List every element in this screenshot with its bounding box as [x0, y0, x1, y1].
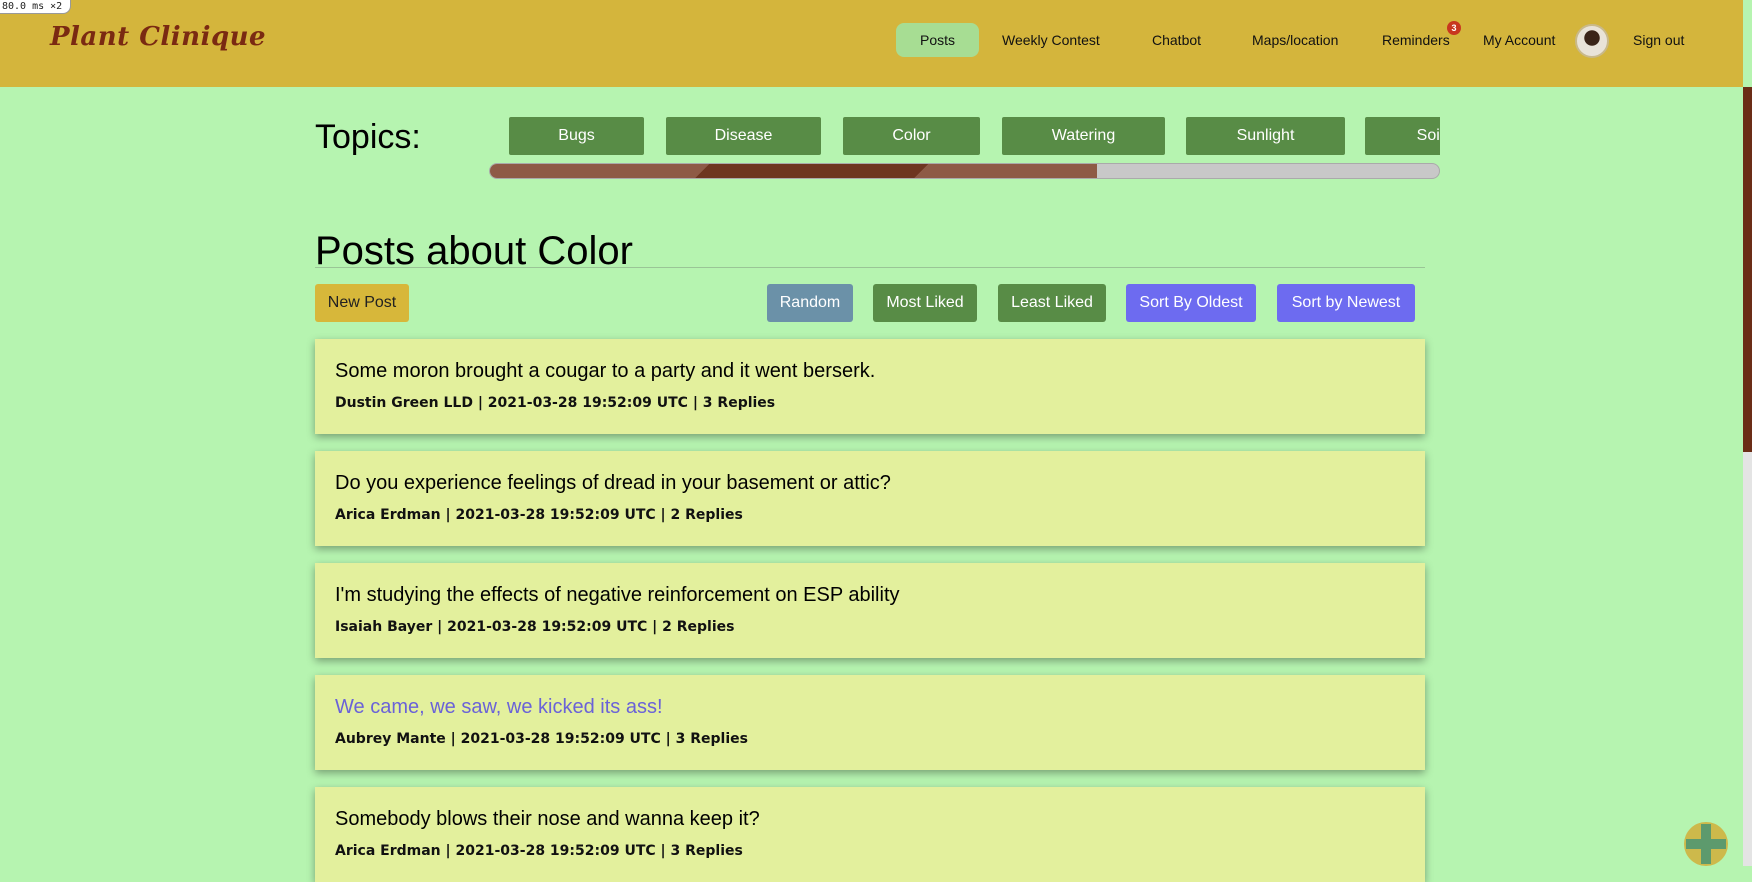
nav-weekly-contest[interactable]: Weekly Contest: [994, 23, 1108, 57]
topic-bugs[interactable]: Bugs: [509, 117, 644, 155]
least-liked-button[interactable]: Least Liked: [998, 284, 1106, 322]
post-title[interactable]: I'm studying the effects of negative rei…: [335, 584, 900, 607]
new-post-button[interactable]: New Post: [315, 284, 409, 322]
brand-logo[interactable]: Plant Clinique: [50, 22, 266, 52]
topic-watering[interactable]: Watering: [1002, 117, 1165, 155]
nav-sign-out[interactable]: Sign out: [1625, 23, 1692, 57]
topics-label: Topics:: [315, 118, 421, 156]
post-card[interactable]: I'm studying the effects of negative rei…: [315, 563, 1425, 658]
post-title[interactable]: Somebody blows their nose and wanna keep…: [335, 808, 760, 831]
post-meta: Isaiah Bayer | 2021-03-28 19:52:09 UTC |…: [335, 619, 735, 635]
nav-posts[interactable]: Posts: [896, 23, 980, 57]
topics-scrollbar[interactable]: [489, 163, 1440, 179]
nav-chatbot[interactable]: Chatbot: [1144, 23, 1209, 57]
divider: [315, 267, 1425, 268]
topic-color[interactable]: Color: [843, 117, 980, 155]
topics-scroller[interactable]: Bugs Disease Color Watering Sunlight Soi…: [489, 110, 1440, 160]
post-title[interactable]: Do you experience feelings of dread in y…: [335, 472, 891, 495]
nav-my-account[interactable]: My Account: [1475, 23, 1563, 57]
scrollbar-track-upper: [1743, 87, 1752, 452]
post-meta: Aubrey Mante | 2021-03-28 19:52:09 UTC |…: [335, 731, 748, 747]
top-navbar: Plant Clinique Posts Weekly Contest Chat…: [0, 0, 1743, 87]
sort-oldest-button[interactable]: Sort By Oldest: [1126, 284, 1256, 322]
topic-soil[interactable]: Soil: [1365, 117, 1440, 155]
avatar[interactable]: [1575, 24, 1609, 58]
timing-badge: 80.0 ms ×2: [0, 0, 72, 14]
reminders-count-badge: 3: [1447, 21, 1461, 35]
nav-reminders[interactable]: Reminders: [1374, 23, 1458, 57]
post-card[interactable]: Some moron brought a cougar to a party a…: [315, 339, 1425, 434]
random-button[interactable]: Random: [767, 284, 853, 322]
post-card[interactable]: We came, we saw, we kicked its ass! Aubr…: [315, 675, 1425, 770]
post-title[interactable]: We came, we saw, we kicked its ass!: [335, 696, 663, 719]
floating-add-button[interactable]: [1684, 822, 1728, 866]
sort-newest-button[interactable]: Sort by Newest: [1277, 284, 1415, 322]
topic-sunlight[interactable]: Sunlight: [1186, 117, 1345, 155]
nav-maps-location[interactable]: Maps/location: [1244, 23, 1346, 57]
scrollbar-track-lower[interactable]: [1743, 452, 1752, 866]
plus-icon-vertical: [1701, 824, 1711, 864]
post-meta: Arica Erdman | 2021-03-28 19:52:09 UTC |…: [335, 507, 743, 523]
topic-disease[interactable]: Disease: [666, 117, 821, 155]
post-meta: Arica Erdman | 2021-03-28 19:52:09 UTC |…: [335, 843, 743, 859]
post-card[interactable]: Do you experience feelings of dread in y…: [315, 451, 1425, 546]
post-meta: Dustin Green LLD | 2021-03-28 19:52:09 U…: [335, 395, 776, 411]
post-card[interactable]: Somebody blows their nose and wanna keep…: [315, 787, 1425, 882]
post-title[interactable]: Some moron brought a cougar to a party a…: [335, 360, 875, 383]
most-liked-button[interactable]: Most Liked: [873, 284, 977, 322]
topics-scrollbar-thumb[interactable]: [490, 164, 1098, 178]
